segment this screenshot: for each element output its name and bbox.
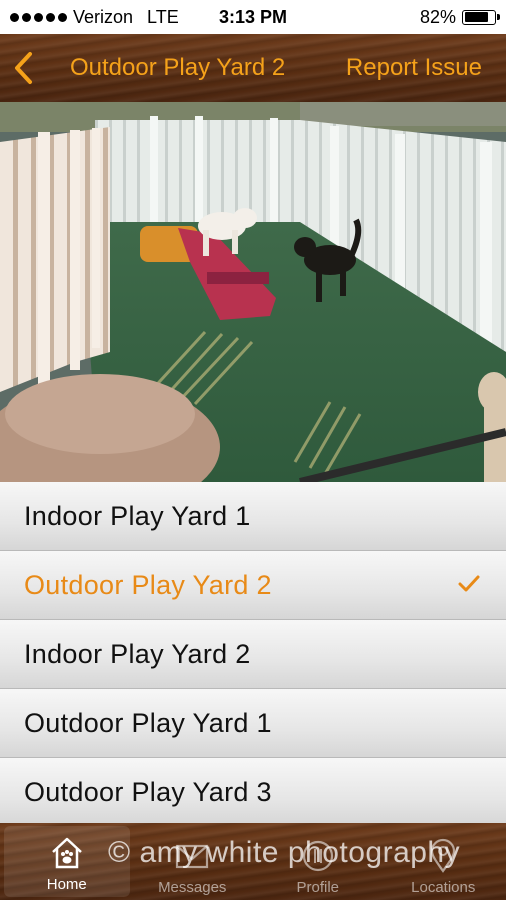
chevron-left-icon [15,52,32,84]
yard-item-label: Indoor Play Yard 1 [24,500,251,531]
yard-item-indoor-2[interactable]: Indoor Play Yard 2 [0,620,506,689]
yard-item-label: Outdoor Play Yard 3 [24,776,272,807]
camera-feed-image [0,102,506,482]
yard-item-outdoor-2[interactable]: Outdoor Play Yard 2 [0,551,506,620]
carrier-group: Verizon LTE [10,7,179,28]
network-type: LTE [147,6,179,27]
page-title: Outdoor Play Yard 2 [70,54,286,81]
yard-item-outdoor-3[interactable]: Outdoor Play Yard 3 [0,758,506,823]
report-issue-button[interactable]: Report Issue [346,54,482,82]
battery-group: 82% [419,6,500,28]
tab-label: Profile [296,879,340,896]
yard-list: Indoor Play Yard 1 Outdoor Play Yard 2 I… [0,482,506,823]
tab-label: Home [46,876,87,893]
battery-percent: 82% [419,6,456,27]
battery-icon [462,9,500,25]
checkmark-icon [458,575,480,592]
paw-house-icon [51,837,82,869]
tab-label: Messages [158,879,227,896]
camera-feed [0,102,506,482]
watermark: © amy white photography [108,836,461,869]
yard-item-indoor-1[interactable]: Indoor Play Yard 1 [0,482,506,551]
signal-strength-icon [10,12,67,22]
yard-item-label: Outdoor Play Yard 2 [24,569,272,600]
yard-item-outdoor-1[interactable]: Outdoor Play Yard 1 [0,689,506,758]
yard-item-label: Indoor Play Yard 2 [24,638,251,669]
yard-item-label: Outdoor Play Yard 1 [24,707,272,738]
tab-label: Locations [411,879,476,896]
back-button[interactable] [0,34,46,102]
navigation-bar: Outdoor Play Yard 2 Report Issue [0,34,506,102]
carrier-name: Verizon [73,6,134,27]
status-bar: Verizon LTE 3:13 PM 82% [0,0,506,34]
